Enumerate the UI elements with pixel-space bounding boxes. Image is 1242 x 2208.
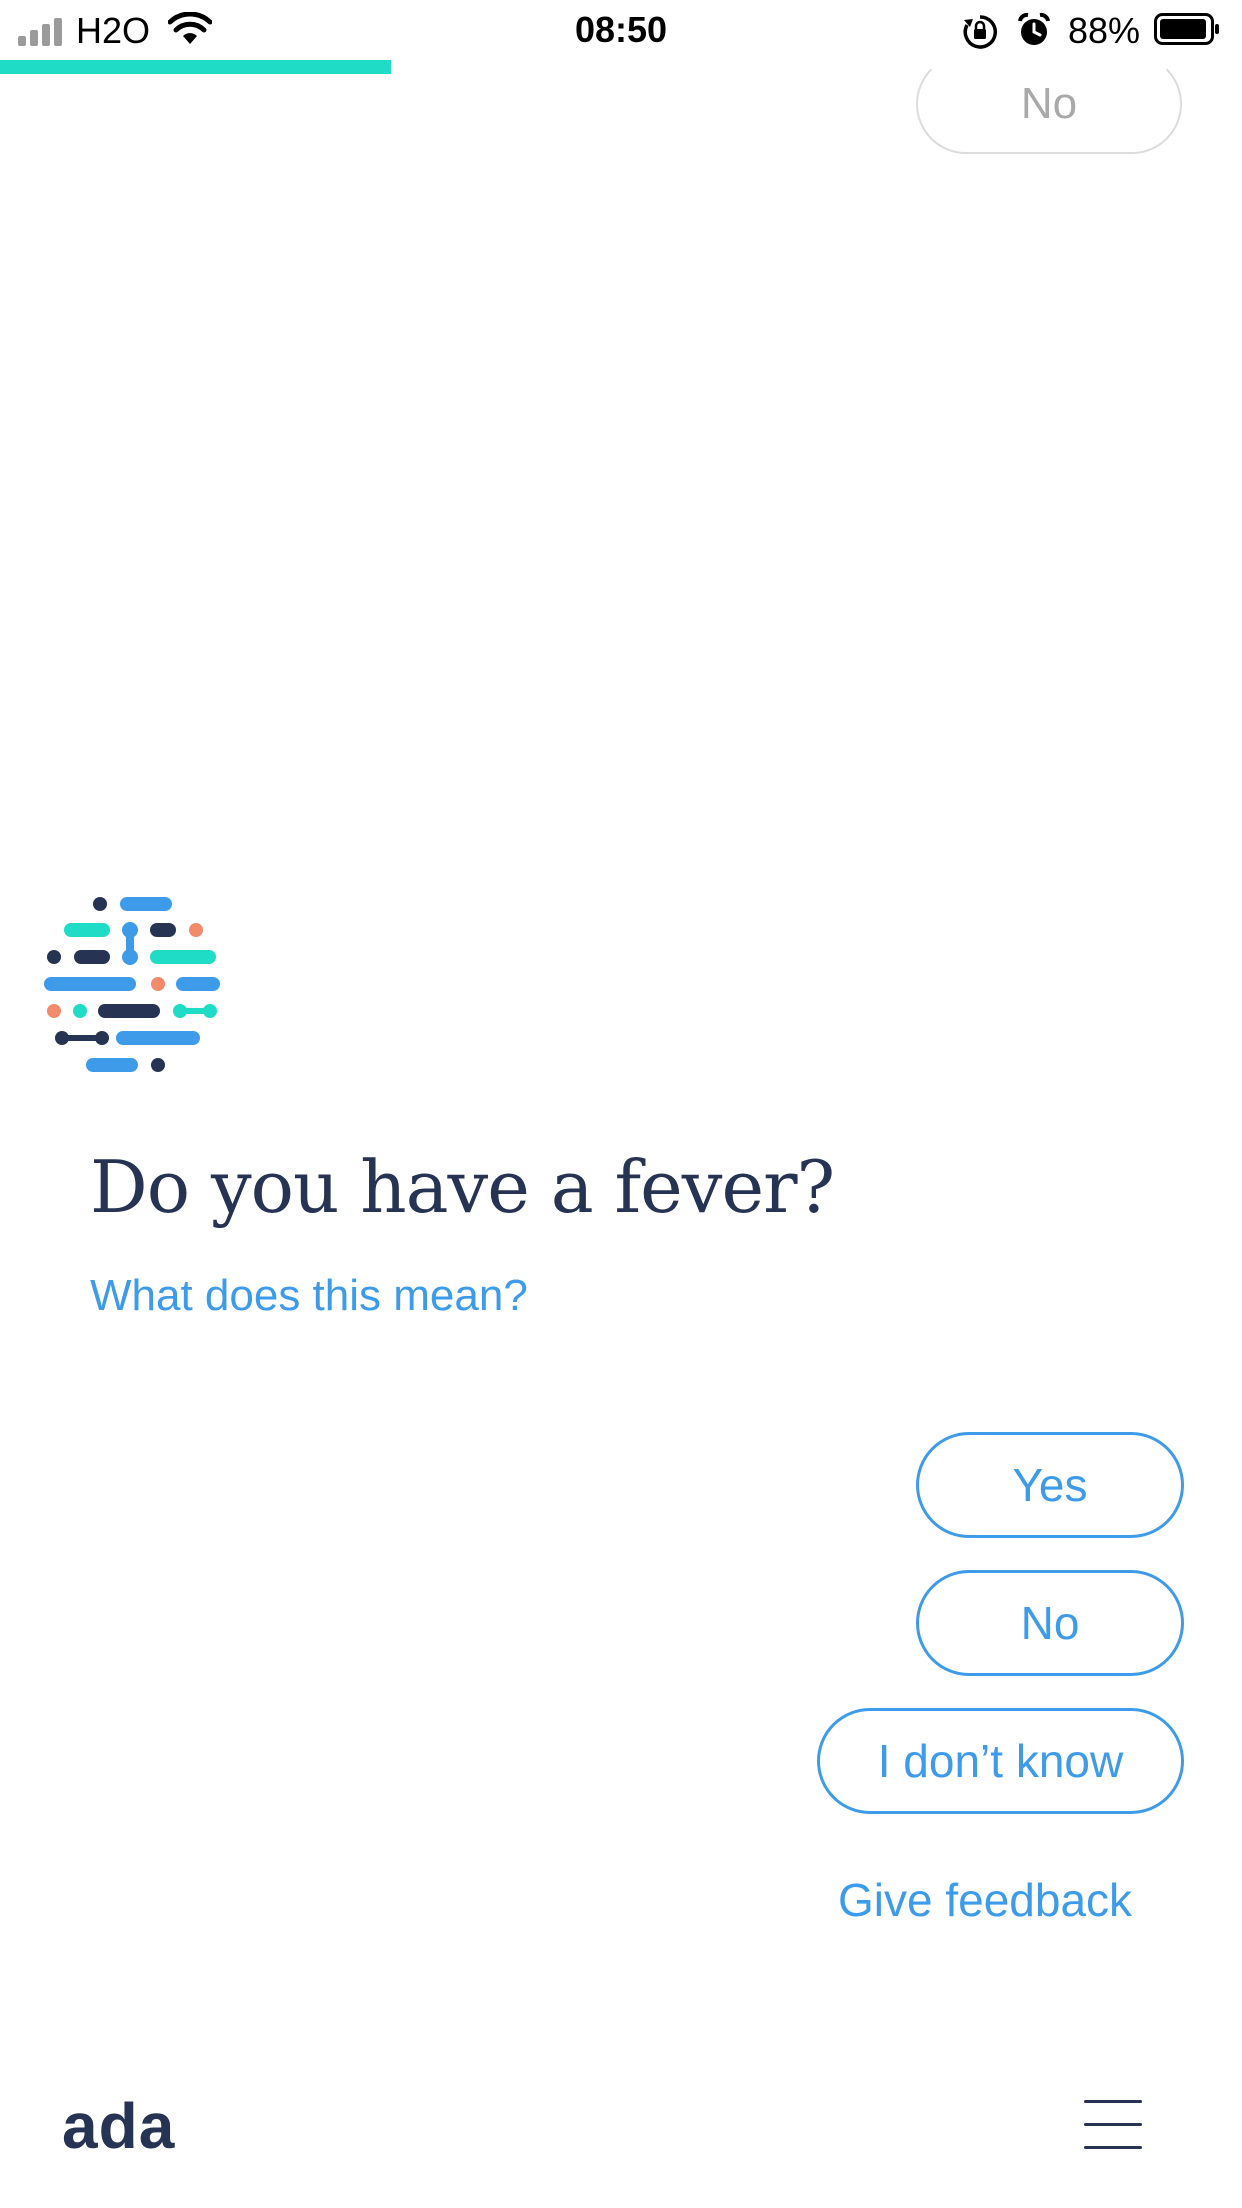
yes-button-label: Yes: [1012, 1459, 1088, 1511]
previous-answer-label: No: [1020, 79, 1078, 128]
battery-icon: [1154, 13, 1219, 45]
ada-brand-logo: ada: [62, 2090, 176, 2162]
rotation-lock-icon: [963, 15, 997, 49]
give-feedback-link[interactable]: Give feedback: [838, 1870, 1132, 1930]
no-button-label: No: [1020, 1597, 1080, 1649]
hamburger-menu-icon[interactable]: [1084, 2098, 1142, 2152]
ada-logo-icon: [44, 897, 220, 1072]
question-title: Do you have a fever?: [90, 1145, 835, 1229]
alarm-icon: [1018, 12, 1050, 45]
what-does-this-mean-link[interactable]: What does this mean?: [90, 1268, 528, 1324]
status-bar: H2O 08:50 88%: [0, 0, 1242, 62]
previous-answer-bubble: No: [916, 54, 1182, 154]
progress-fill: [0, 60, 392, 74]
dont-know-button[interactable]: I don’t know: [817, 1708, 1184, 1814]
battery-percent: 88%: [1068, 10, 1141, 51]
no-button[interactable]: No: [916, 1570, 1184, 1676]
clock: 08:50: [574, 9, 668, 50]
dont-know-button-label: I don’t know: [877, 1735, 1124, 1787]
yes-button[interactable]: Yes: [916, 1432, 1184, 1538]
